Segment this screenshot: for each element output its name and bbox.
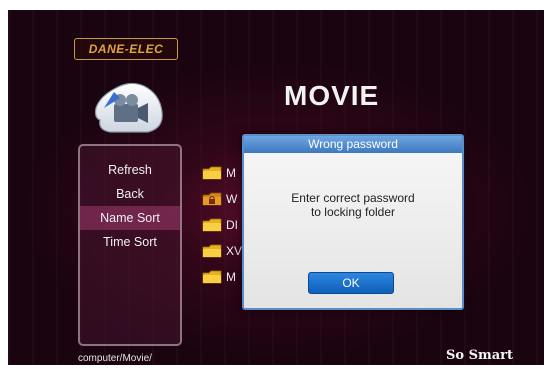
folder-icon [202, 166, 222, 180]
locked-folder-icon [202, 192, 222, 206]
file-name: M [226, 270, 236, 284]
file-name: M [226, 166, 236, 180]
dialog-message: Enter correct password to locking folder [244, 191, 462, 219]
folder-icon [202, 218, 222, 232]
folder-icon [202, 270, 222, 284]
dialog-message-line-2: to locking folder [310, 205, 396, 219]
menu-item-refresh[interactable]: Refresh [80, 158, 180, 182]
dialog-title: Wrong password [244, 136, 462, 153]
tv-screen: DANE-ELEC MOVIE Refresh Back Name Sort T… [8, 10, 544, 365]
wrong-password-dialog: Wrong password Enter correct password to… [242, 134, 464, 310]
movie-camera-icon [94, 82, 163, 133]
brand-logo-text: DANE-ELEC [88, 42, 164, 56]
current-path: computer/Movie/ [78, 353, 152, 364]
dialog-message-line-1: Enter correct password [291, 191, 415, 205]
page-title: MOVIE [284, 80, 380, 111]
file-name: XV [226, 244, 243, 258]
menu-item-name-sort[interactable]: Name Sort [80, 206, 180, 230]
file-name: W [226, 192, 238, 206]
menu-item-back[interactable]: Back [80, 182, 180, 206]
ok-button[interactable]: OK [308, 272, 394, 294]
menu-item-time-sort[interactable]: Time Sort [80, 230, 180, 254]
side-menu: Refresh Back Name Sort Time Sort [78, 144, 182, 346]
folder-icon [202, 244, 222, 258]
brand-logo: DANE-ELEC [74, 38, 178, 60]
file-name: DI [226, 218, 238, 232]
brand-slogan: So Smart [446, 348, 514, 363]
